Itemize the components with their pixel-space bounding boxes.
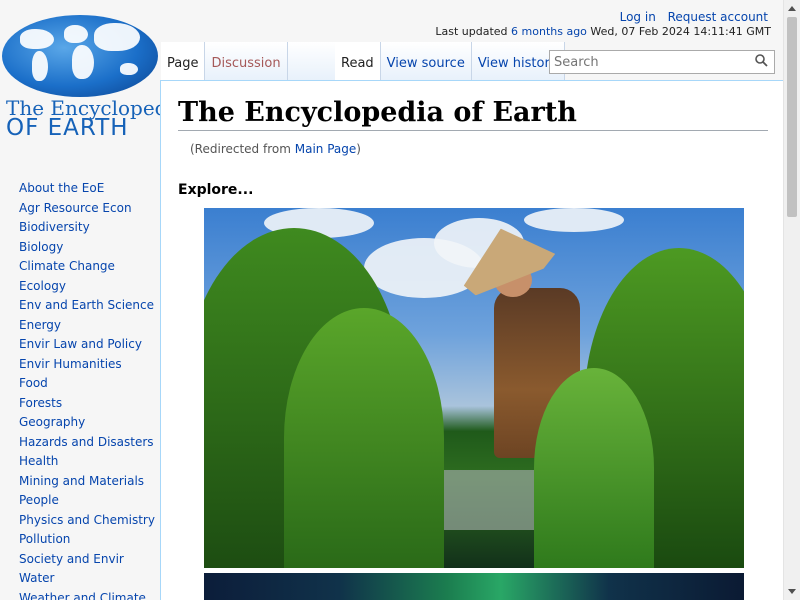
rice-farmer-photo[interactable] <box>204 208 744 568</box>
redirect-prefix: (Redirected from <box>190 142 295 156</box>
sidebar-item-agr-resource-econ[interactable]: Agr Resource Econ <box>19 199 155 219</box>
explore-heading: Explore... <box>178 182 254 198</box>
sidebar-item-forests[interactable]: Forests <box>19 394 155 414</box>
namespace-tabs: Page Discussion <box>161 42 343 80</box>
sidebar-item-water[interactable]: Water <box>19 569 155 589</box>
sidebar-item-envir-humanities[interactable]: Envir Humanities <box>19 355 155 375</box>
site-logo[interactable]: The Encyclopedia OF EARTH <box>0 0 186 160</box>
sidebar-nav: About the EoE Agr Resource Econ Biodiver… <box>19 179 155 600</box>
redirect-source-link[interactable]: Main Page <box>295 142 357 156</box>
sidebar-item-mining-materials[interactable]: Mining and Materials <box>19 472 155 492</box>
view-tabs: Read View source View history <box>335 42 565 80</box>
redirect-notice: (Redirected from Main Page) <box>190 142 361 156</box>
request-account-link[interactable]: Request account <box>668 10 768 24</box>
scroll-down-arrow-icon[interactable] <box>788 589 796 594</box>
search-icon[interactable] <box>755 54 768 67</box>
sidebar-item-food[interactable]: Food <box>19 374 155 394</box>
sidebar-item-ecology[interactable]: Ecology <box>19 277 155 297</box>
sidebar-item-geography[interactable]: Geography <box>19 413 155 433</box>
page-scrollbar[interactable] <box>783 0 800 600</box>
search-box <box>549 50 775 74</box>
sidebar-item-pollution[interactable]: Pollution <box>19 530 155 550</box>
sidebar-item-hazards-disasters[interactable]: Hazards and Disasters <box>19 433 155 453</box>
page-title: The Encyclopedia of Earth <box>178 97 768 131</box>
sidebar-item-about[interactable]: About the EoE <box>19 179 155 199</box>
last-updated-datetime: Wed, 07 Feb 2024 14:11:41 GMT <box>590 25 771 38</box>
sidebar-item-health[interactable]: Health <box>19 452 155 472</box>
last-updated: Last updated 6 months ago Wed, 07 Feb 20… <box>435 25 771 38</box>
sidebar-item-env-earth-science[interactable]: Env and Earth Science <box>19 296 155 316</box>
sidebar-item-biodiversity[interactable]: Biodiversity <box>19 218 155 238</box>
tab-read[interactable]: Read <box>335 42 381 80</box>
tab-page[interactable]: Page <box>161 42 206 80</box>
personal-tools: Log in Request account <box>612 10 768 24</box>
last-updated-prefix: Last updated <box>435 25 508 38</box>
tab-discussion[interactable]: Discussion <box>205 42 288 80</box>
search-input[interactable] <box>550 51 750 73</box>
aurora-photo[interactable] <box>204 573 744 600</box>
login-link[interactable]: Log in <box>620 10 656 24</box>
sidebar-item-physics-chemistry[interactable]: Physics and Chemistry <box>19 511 155 531</box>
redirect-suffix: ) <box>356 142 361 156</box>
last-updated-relative-link[interactable]: 6 months ago <box>511 25 587 38</box>
sidebar-item-energy[interactable]: Energy <box>19 316 155 336</box>
scrollbar-thumb[interactable] <box>787 17 797 217</box>
sidebar-item-biology[interactable]: Biology <box>19 238 155 258</box>
globe-icon <box>2 15 158 97</box>
tab-view-source[interactable]: View source <box>380 42 472 80</box>
logo-text-line2: OF EARTH <box>6 115 129 141</box>
sidebar-item-envir-law-policy[interactable]: Envir Law and Policy <box>19 335 155 355</box>
view-source-link[interactable]: View source <box>387 56 465 71</box>
sidebar-item-society-envir[interactable]: Society and Envir <box>19 550 155 570</box>
sidebar-item-weather-climate[interactable]: Weather and Climate <box>19 589 155 600</box>
main-content: The Encyclopedia of Earth (Redirected fr… <box>160 80 783 600</box>
view-history-link[interactable]: View history <box>478 56 558 71</box>
scroll-up-arrow-icon[interactable] <box>788 6 796 11</box>
sidebar-item-people[interactable]: People <box>19 491 155 511</box>
sidebar-item-climate-change[interactable]: Climate Change <box>19 257 155 277</box>
